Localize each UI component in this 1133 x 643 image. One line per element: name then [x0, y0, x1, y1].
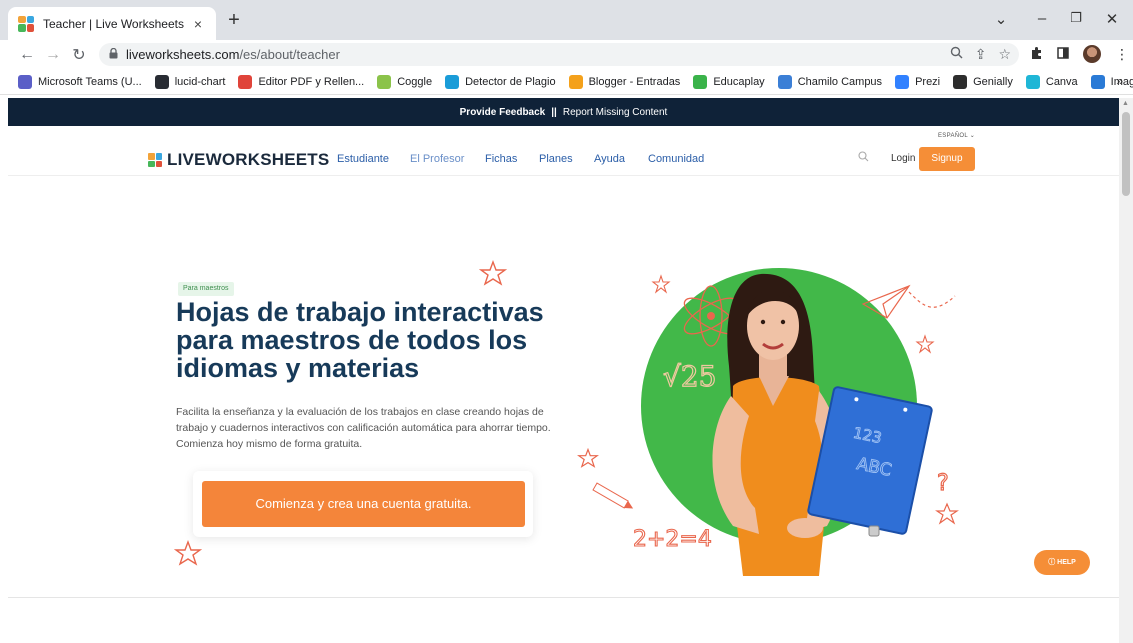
liveworksheets-logo-icon — [148, 153, 162, 167]
liveworksheets-favicon-icon — [18, 15, 34, 32]
bookmark-item[interactable]: Imagenes_link — [1090, 74, 1133, 89]
bookmark-label: Editor PDF y Rellen... — [258, 75, 365, 88]
bookmark-label: Genially — [973, 75, 1013, 88]
cta-card: Comienza y crea una cuenta gratuita. — [193, 471, 533, 537]
language-selector[interactable]: ESPAÑOL ⌄ — [938, 132, 975, 139]
educaplay-icon — [693, 74, 708, 89]
extensions-icon[interactable] — [1030, 46, 1043, 62]
nav-student[interactable]: Estudiante — [337, 153, 389, 165]
nav-sheets[interactable]: Fichas — [485, 153, 517, 165]
ibb-icon — [1090, 74, 1105, 89]
star-doodle-bottom-icon — [174, 540, 202, 566]
bookmark-label: Blogger - Entradas — [588, 75, 681, 88]
reload-icon[interactable]: ↻ — [66, 45, 92, 65]
url-text: liveworksheets.com/es/about/teacher — [126, 47, 340, 62]
bookmark-label: Prezi — [915, 75, 941, 88]
side-panel-icon[interactable] — [1057, 46, 1069, 62]
start-free-account-button[interactable]: Comienza y crea una cuenta gratuita. — [202, 481, 525, 527]
tab-title: Teacher | Live Worksheets — [43, 16, 184, 31]
provide-feedback-link[interactable]: Provide Feedback — [460, 107, 546, 118]
bookmark-label: Educaplay — [713, 75, 765, 88]
close-window-icon[interactable]: ✕ — [1102, 10, 1122, 28]
bookmark-label: Canva — [1045, 75, 1078, 88]
share-icon[interactable]: ⇪ — [975, 46, 987, 63]
plagio-icon — [445, 74, 460, 89]
bookmark-label: lucid-chart — [174, 75, 226, 88]
scrollbar-thumb[interactable] — [1122, 112, 1130, 196]
help-button[interactable]: ⓘ HELP — [1034, 550, 1090, 575]
site-search-icon[interactable] — [858, 151, 869, 165]
feedback-banner: Provide Feedback || Report Missing Conte… — [8, 98, 1119, 126]
hero-title: Hojas de trabajo interactivas para maest… — [176, 297, 544, 383]
page-scrollbar[interactable]: ▲ — [1119, 98, 1133, 643]
nav-teacher[interactable]: El Profesor — [410, 153, 464, 165]
forward-icon[interactable]: → — [40, 46, 66, 64]
restore-icon[interactable]: ❐ — [1066, 10, 1086, 26]
bookmarks-overflow-icon[interactable]: » — [1116, 74, 1123, 88]
bookmark-item[interactable]: Blogger - Entradas — [568, 74, 681, 89]
blogger-icon — [568, 74, 583, 89]
lucid-icon — [154, 74, 169, 89]
feedback-separator: || — [551, 106, 557, 118]
signup-button[interactable]: Signup — [919, 147, 975, 171]
tab-search-icon[interactable]: ⌄ — [991, 10, 1011, 28]
bookmark-star-icon[interactable]: ☆ — [998, 46, 1011, 63]
hero-description: Facilita la enseñanza y la evaluación de… — [176, 406, 551, 450]
bookmark-item[interactable]: Editor PDF y Rellen... — [238, 74, 365, 89]
audience-badge: Para maestros — [178, 282, 234, 296]
coggle-icon — [377, 74, 392, 89]
sqrt-doodle-text: √25 — [663, 360, 716, 393]
login-link[interactable]: Login — [891, 153, 915, 164]
logo-text: LIVEWORKSHEETS — [167, 150, 330, 169]
toolbar-right: ⋮ — [1030, 45, 1129, 63]
bookmarks-bar: Microsoft Teams (U... lucid-chart Editor P… — [0, 69, 1133, 95]
page-viewport: Provide Feedback || Report Missing Conte… — [8, 98, 1119, 643]
bookmark-label: Microsoft Teams (U... — [38, 75, 142, 88]
section-divider — [8, 597, 1119, 598]
nav-help[interactable]: Ayuda — [594, 153, 625, 165]
bookmark-item[interactable]: Microsoft Teams (U... — [18, 74, 142, 89]
browser-tab[interactable]: Teacher | Live Worksheets × — [8, 7, 216, 40]
bookmark-item[interactable]: Chamilo Campus — [777, 74, 883, 89]
report-missing-link[interactable]: Report Missing Content — [563, 107, 668, 118]
bookmark-item[interactable]: Detector de Plagio — [445, 74, 556, 89]
chamilo-icon — [777, 74, 792, 89]
profile-avatar[interactable] — [1083, 45, 1101, 63]
math-doodle-text: 2+2=4 — [633, 527, 712, 552]
address-bar[interactable]: liveworksheets.com/es/about/teacher ⇪ ☆ — [99, 43, 1019, 66]
bookmark-label: Chamilo Campus — [797, 75, 883, 88]
minimize-icon[interactable]: – — [1032, 10, 1052, 27]
genially-icon — [953, 74, 968, 89]
canva-icon — [1025, 74, 1040, 89]
back-icon[interactable]: ← — [14, 46, 40, 64]
prezi-icon — [895, 74, 910, 89]
new-tab-button[interactable]: + — [222, 9, 246, 33]
zoom-icon[interactable] — [950, 46, 963, 63]
bookmark-item[interactable]: Genially — [953, 74, 1013, 89]
menu-dots-icon[interactable]: ⋮ — [1115, 46, 1129, 63]
bookmark-item[interactable]: Prezi — [895, 74, 941, 89]
teacher-illustration: √25 ? 2+2=4 123 ABC — [592, 268, 959, 576]
nav-community[interactable]: Comunidad — [648, 153, 704, 165]
bookmark-label: Coggle — [397, 75, 433, 88]
site-logo[interactable]: LIVEWORKSHEETS — [148, 150, 329, 170]
nav-plans[interactable]: Planes — [539, 153, 573, 165]
star-doodle-icon — [479, 260, 507, 286]
lock-icon — [109, 47, 118, 62]
bookmark-item[interactable]: Educaplay — [693, 74, 765, 89]
bookmark-item[interactable]: lucid-chart — [154, 74, 226, 89]
bookmark-item[interactable]: Coggle — [377, 74, 433, 89]
teams-icon — [18, 74, 32, 89]
browser-toolbar: ← → ↻ liveworksheets.com/es/about/teache… — [0, 40, 1133, 69]
bookmark-item[interactable]: Canva — [1025, 74, 1078, 89]
tab-close-icon[interactable]: × — [190, 16, 206, 32]
scroll-up-icon[interactable]: ▲ — [1122, 100, 1129, 107]
site-header: ESPAÑOL ⌄ LIVEWORKSHEETS Estudiante El P… — [8, 126, 1119, 176]
tab-strip: Teacher | Live Worksheets × + ⌄ – ❐ ✕ — [0, 0, 1133, 40]
pdf-icon — [238, 74, 253, 89]
bookmark-label: Detector de Plagio — [465, 75, 556, 88]
question-doodle-text: ? — [937, 471, 949, 496]
